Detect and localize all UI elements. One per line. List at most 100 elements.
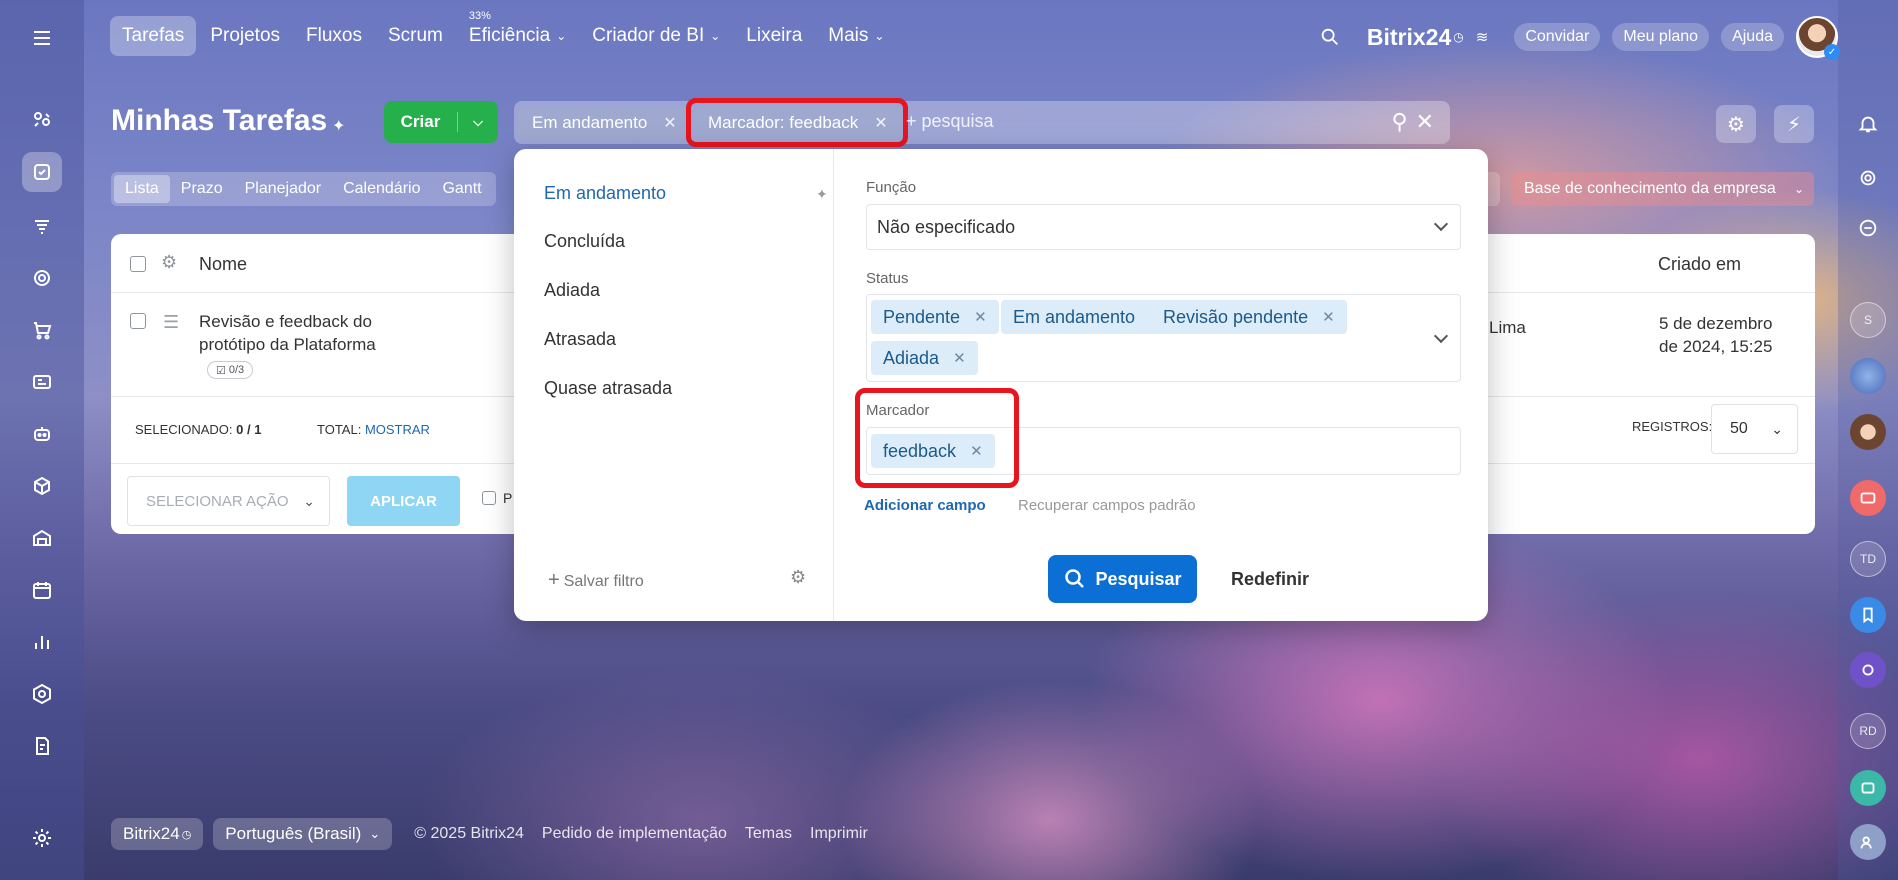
drag-handle-icon[interactable]: ☰ bbox=[163, 312, 179, 333]
hexagon-icon[interactable] bbox=[22, 674, 62, 714]
records-per-page-select[interactable]: 50 ⌄ bbox=[1711, 404, 1798, 454]
tab-mais[interactable]: Mais ⌄ bbox=[816, 16, 896, 56]
calendar-icon[interactable] bbox=[22, 570, 62, 610]
close-icon[interactable]: ✕ bbox=[974, 308, 987, 326]
analytics-icon[interactable] bbox=[22, 622, 62, 662]
preset-em-andamento[interactable]: Em andamento bbox=[544, 183, 666, 204]
row-checkbox[interactable] bbox=[130, 313, 146, 329]
filter-search-bar[interactable]: Em andamento ✕ Marcador: feedback ✕ + pesq… bbox=[514, 98, 1450, 147]
contact-avatar-s[interactable]: S bbox=[1850, 302, 1886, 338]
create-button[interactable]: Criar ⌵ bbox=[384, 101, 498, 143]
group-chat-icon[interactable] bbox=[1850, 652, 1886, 688]
tasks-icon[interactable] bbox=[22, 152, 62, 192]
search-button[interactable]: Pesquisar bbox=[1048, 555, 1197, 603]
user-avatar[interactable]: ✓ bbox=[1796, 16, 1840, 60]
show-total-link[interactable]: MOSTRAR bbox=[365, 422, 430, 437]
tab-eficiencia[interactable]: 33% Eficiência ⌄ bbox=[457, 10, 578, 56]
warehouse-icon[interactable] bbox=[22, 518, 62, 558]
close-icon[interactable]: ✕ bbox=[663, 113, 676, 133]
target-icon[interactable] bbox=[22, 258, 62, 298]
gear-button[interactable]: ⚙ bbox=[1716, 105, 1756, 143]
settings-icon[interactable] bbox=[22, 818, 62, 858]
view-tab-prazo[interactable]: Prazo bbox=[170, 175, 234, 203]
task-title-line-2[interactable]: protótipo da Plataforma bbox=[199, 335, 376, 355]
add-field-link[interactable]: Adicionar campo bbox=[864, 497, 986, 514]
status-select[interactable]: Pendente✕ Em andamento✕ Revisão pendente… bbox=[866, 294, 1461, 382]
sliders-icon[interactable]: ≋ bbox=[1476, 28, 1489, 46]
status-tag-revisao-pendente: Revisão pendente ✕ bbox=[1151, 300, 1347, 334]
close-icon[interactable]: ✕ bbox=[953, 349, 966, 367]
contact-avatar-photo-1[interactable] bbox=[1850, 358, 1886, 394]
search-icon[interactable] bbox=[1319, 26, 1341, 48]
contact-avatar-photo-2[interactable] bbox=[1850, 414, 1886, 450]
responsible-person[interactable]: Lima bbox=[1489, 318, 1526, 338]
implementation-request-link[interactable]: Pedido de implementação bbox=[542, 825, 727, 843]
view-tab-gantt[interactable]: Gantt bbox=[431, 175, 492, 203]
cart-icon[interactable] bbox=[22, 310, 62, 350]
users-icon[interactable] bbox=[1850, 824, 1886, 860]
gear-icon[interactable]: ⚙ bbox=[790, 567, 806, 588]
select-all-checkbox[interactable] bbox=[130, 256, 146, 272]
task-title-line-1[interactable]: Revisão e feedback do bbox=[199, 312, 372, 332]
tab-criador-de-bi[interactable]: Criador de BI ⌄ bbox=[580, 16, 732, 56]
chevron-down-icon[interactable]: ⌵ bbox=[458, 114, 498, 130]
contact-avatar-rd[interactable]: RD bbox=[1850, 713, 1886, 749]
help-button[interactable]: Ajuda bbox=[1721, 23, 1784, 51]
bookmark-icon[interactable] bbox=[1850, 597, 1886, 633]
invite-button[interactable]: Convidar bbox=[1514, 23, 1601, 51]
language-selector[interactable]: Português (Brasil) ⌄ bbox=[213, 818, 393, 850]
copilot-icon[interactable] bbox=[1850, 160, 1886, 196]
crm-icon[interactable] bbox=[22, 100, 62, 140]
robot-icon[interactable] bbox=[22, 414, 62, 454]
footer-brand-button[interactable]: Bitrix24 ◷ bbox=[111, 818, 204, 850]
select-action-dropdown[interactable]: SELECIONAR AÇÃO ⌄ bbox=[127, 476, 330, 526]
view-tab-planejador[interactable]: Planejador bbox=[234, 175, 333, 203]
pin-icon[interactable]: ✦ bbox=[816, 186, 828, 203]
restore-default-fields-link[interactable]: Recuperar campos padrão bbox=[1018, 497, 1196, 514]
automation-button[interactable]: ⚡ bbox=[1774, 105, 1814, 143]
contact-card-red-icon[interactable] bbox=[1850, 480, 1886, 516]
menu-icon[interactable] bbox=[22, 18, 62, 58]
tab-fluxos[interactable]: Fluxos bbox=[294, 16, 374, 56]
notifications-icon[interactable] bbox=[1850, 106, 1886, 142]
save-filter-button[interactable]: + Salvar filtro bbox=[548, 569, 644, 592]
clear-icon[interactable]: ✕ bbox=[1416, 109, 1434, 135]
preset-adiada[interactable]: Adiada bbox=[544, 280, 600, 301]
contact-card-icon[interactable] bbox=[22, 362, 62, 402]
print-link[interactable]: Imprimir bbox=[810, 825, 868, 843]
column-header-name[interactable]: Nome bbox=[199, 254, 247, 275]
funcao-select[interactable]: Não especificado bbox=[866, 204, 1461, 250]
contact-avatar-td[interactable]: TD bbox=[1850, 541, 1886, 577]
subtask-badge[interactable]: ☑ 0/3 bbox=[207, 361, 254, 379]
tab-tarefas[interactable]: Tarefas bbox=[110, 16, 197, 56]
close-icon[interactable]: ✕ bbox=[1322, 308, 1335, 326]
document-sign-icon[interactable] bbox=[22, 726, 62, 766]
pin-icon[interactable]: ✦ bbox=[332, 116, 345, 136]
apply-button[interactable]: APLICAR bbox=[347, 476, 460, 526]
selected-label: SELECIONADO: bbox=[135, 422, 233, 437]
preset-atrasada[interactable]: Atrasada bbox=[544, 329, 616, 350]
tab-scrum[interactable]: Scrum bbox=[376, 16, 455, 56]
themes-link[interactable]: Temas bbox=[745, 825, 792, 843]
lightning-icon: ⚡ bbox=[1786, 113, 1802, 136]
gear-icon[interactable]: ⚙ bbox=[161, 252, 177, 273]
knowledge-base-button[interactable]: Base de conhecimento da empresa ⌄ bbox=[1512, 172, 1814, 206]
search-input[interactable]: + pesquisa bbox=[906, 111, 994, 132]
preset-concluida[interactable]: Concluída bbox=[544, 231, 625, 252]
preset-quase-atrasada[interactable]: Quase atrasada bbox=[544, 378, 672, 399]
tab-lixeira[interactable]: Lixeira bbox=[734, 16, 814, 56]
channel-icon[interactable] bbox=[1850, 770, 1886, 806]
tab-projetos[interactable]: Projetos bbox=[198, 16, 292, 56]
feed-icon[interactable] bbox=[22, 206, 62, 246]
view-tab-calendario[interactable]: Calendário bbox=[332, 175, 431, 203]
reset-button[interactable]: Redefinir bbox=[1231, 569, 1309, 590]
chat-icon[interactable] bbox=[1850, 210, 1886, 246]
filter-chip-status[interactable]: Em andamento ✕ bbox=[518, 107, 691, 138]
box-icon[interactable] bbox=[22, 466, 62, 506]
column-header-created[interactable]: Criado em bbox=[1658, 254, 1741, 275]
view-tab-lista[interactable]: Lista bbox=[114, 175, 170, 203]
my-plan-button[interactable]: Meu plano bbox=[1612, 23, 1710, 51]
footer: Bitrix24 ◷ Português (Brasil) ⌄ © 2025 Bit… bbox=[111, 818, 868, 850]
search-icon[interactable]: ⚲ bbox=[1391, 109, 1407, 135]
apply-all-checkbox[interactable] bbox=[482, 491, 496, 505]
